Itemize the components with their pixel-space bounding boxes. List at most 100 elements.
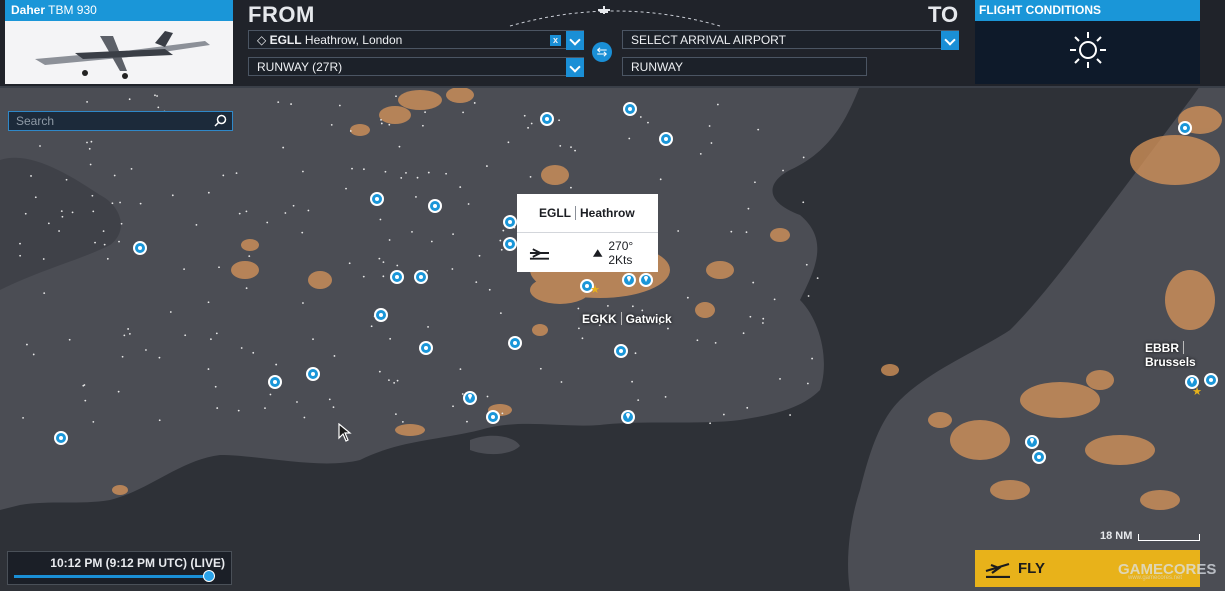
airfield-dot [628,137,631,140]
airport-marker-icon[interactable] [659,132,673,146]
airport-marker-icon[interactable] [1032,450,1046,464]
airfield-dot [91,194,94,197]
world-map[interactable]: ★★ [0,0,1225,591]
airfield-dot [330,123,333,126]
airfield-dot [348,262,351,265]
map-label-name: Brussels [1145,355,1196,369]
time-slider-track[interactable] [14,575,208,578]
chevron-down-icon[interactable] [566,58,584,77]
airfield-dot [90,140,93,143]
flight-planner-bar: Daher TBM 930 FROM TO ◇ EGLL Heathrow, L… [0,0,1225,88]
time-slider-handle[interactable] [203,570,215,582]
airfield-dot [398,145,401,148]
airport-marker-icon[interactable] [390,270,404,284]
airfield-dot [58,230,60,232]
airfield-dot [210,338,212,341]
airfield-dot [478,254,481,257]
airport-info-popup[interactable]: EGLL Heathrow 270° 2Kts [517,194,658,272]
airfield-dot [539,367,542,370]
airport-marker-icon[interactable] [1204,373,1218,387]
airport-pin-icon[interactable] [622,273,636,287]
sun-icon [1070,32,1106,68]
airfield-dot [473,102,476,104]
airfield-dot [462,111,464,114]
airport-marker-icon[interactable] [503,237,517,251]
airfield-dot [502,229,505,232]
time-of-day-control[interactable]: 10:12 PM (9:12 PM UTC) (LIVE) [7,551,232,585]
airfield-dot [426,269,429,272]
airport-marker-icon[interactable] [306,367,320,381]
map-scale-bar [1138,534,1200,541]
airport-marker-icon[interactable] [623,102,637,116]
flight-conditions-title: FLIGHT CONDITIONS [975,0,1200,21]
search-input[interactable]: Search [8,111,233,131]
airfield-dot [475,281,478,284]
airfield-dot [710,142,713,144]
city-light [532,324,548,336]
chevron-down-icon[interactable] [941,31,959,50]
airfield-dot [415,196,417,198]
airport-marker-icon[interactable] [428,199,442,213]
airfield-dot [370,325,373,328]
arrival-runway-select[interactable]: RUNWAY [622,57,867,76]
airfield-dot [802,201,805,204]
airfield-dot [26,343,28,346]
map-label-egkk[interactable]: EGKK Gatwick [582,312,672,326]
airfield-dot [102,230,105,233]
airfield-dot [395,95,397,98]
airfield-dot [118,240,120,243]
airport-pin-icon[interactable] [463,391,477,405]
airport-pin-icon[interactable] [1025,435,1039,449]
map-label-ebbr[interactable]: EBBRBrussels [1145,341,1225,369]
airport-pin-icon[interactable] [639,273,653,287]
departure-runway: RUNWAY (27R) [257,60,343,74]
airfield-dot [607,305,609,307]
airport-marker-icon[interactable] [374,308,388,322]
city-light [1086,370,1114,390]
airport-marker-icon[interactable] [508,336,522,350]
search-icon[interactable] [214,114,227,127]
airfield-dot [24,212,27,215]
airfield-dot [378,257,381,260]
airfield-dot [207,301,210,304]
airport-marker-icon[interactable] [540,112,554,126]
airfield-dot [749,315,752,318]
departure-runway-select[interactable]: RUNWAY (27R) [248,57,584,77]
airfield-dot [500,248,503,251]
airport-marker-icon[interactable] [414,270,428,284]
clear-departure-button[interactable]: x [550,35,561,46]
airfield-dot [388,239,391,241]
airport-marker-icon[interactable] [614,344,628,358]
arrival-runway: RUNWAY [631,60,683,74]
airport-marker-icon[interactable] [1178,121,1192,135]
airfield-dot [631,305,634,308]
airfield-dot [380,122,383,125]
mouse-cursor-icon [338,423,352,442]
airport-marker-icon[interactable] [54,431,68,445]
aircraft-selector[interactable]: Daher TBM 930 [5,0,233,84]
airfield-dot [183,268,185,271]
airport-marker-icon[interactable] [370,192,384,206]
airfield-dot [427,326,429,328]
departure-airport-select[interactable]: ◇ EGLL Heathrow, London x [248,30,584,50]
airport-marker-icon[interactable] [133,241,147,255]
city-light [231,261,259,279]
flight-conditions-panel[interactable]: FLIGHT CONDITIONS [975,0,1200,84]
airfield-dot [388,123,391,126]
airport-marker-icon[interactable] [419,341,433,355]
city-light [395,424,425,436]
departure-name: Heathrow, London [304,33,403,47]
airfield-dot [65,178,68,181]
airport-marker-icon[interactable] [268,375,282,389]
airfield-dot [282,146,285,149]
chevron-down-icon[interactable] [566,31,584,50]
swap-airports-button[interactable]: ⇆ [592,42,612,62]
airport-pin-icon[interactable] [621,410,635,424]
airfield-dot [82,384,85,387]
to-label: TO [928,2,959,27]
popup-wind: 270° 2Kts [608,238,634,267]
arrival-airport-select[interactable]: SELECT ARRIVAL AIRPORT [622,30,959,50]
airfield-dot [570,186,572,189]
airport-marker-icon[interactable] [486,410,500,424]
airport-marker-icon[interactable] [503,215,517,229]
